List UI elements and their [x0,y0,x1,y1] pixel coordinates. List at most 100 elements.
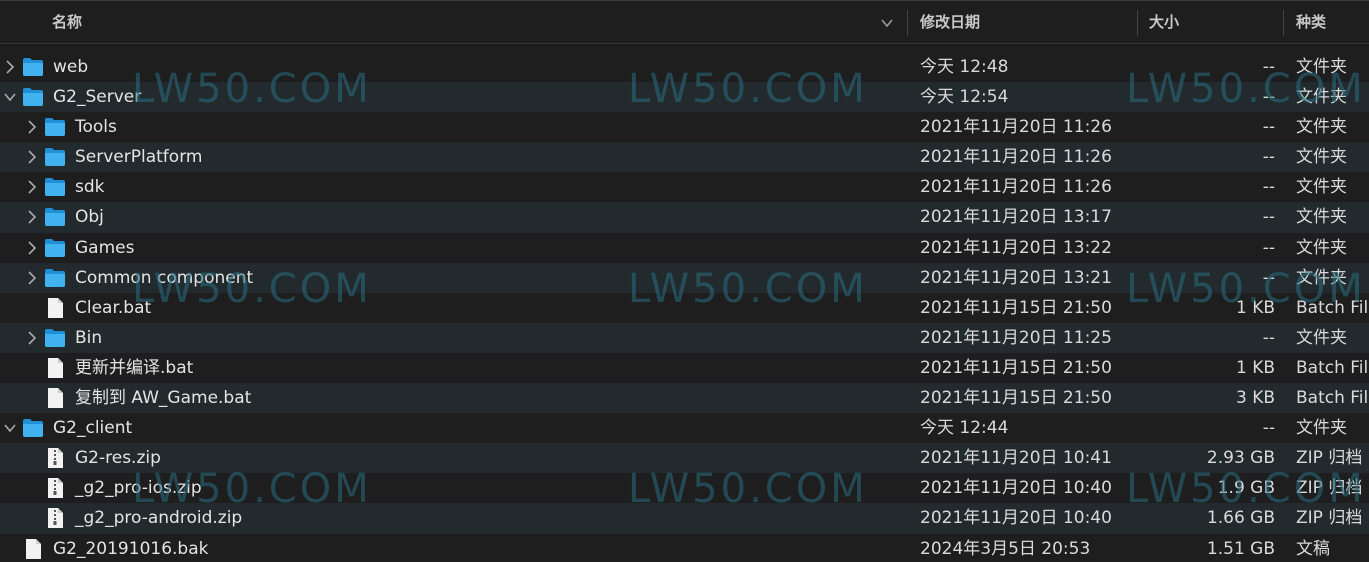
item-kind: 文件夹 [1296,327,1347,348]
chevron-down-icon[interactable] [879,16,895,30]
column-header-name[interactable]: 名称 [52,1,82,44]
disclosure-collapsed-icon[interactable] [26,150,38,164]
item-name: _g2_pro-android.zip [75,508,243,529]
document-icon [48,357,63,378]
item-name: Bin [75,327,103,348]
item-size: -- [1262,57,1275,77]
folder-row[interactable]: sdk 2021年11月20日 11:26 -- 文件夹 [0,172,1369,202]
folder-icon [45,238,65,257]
disclosure-collapsed-icon[interactable] [26,240,38,255]
document-icon [48,388,63,409]
item-size: -- [1262,87,1275,108]
column-header-size[interactable]: 大小 [1149,1,1179,44]
item-kind: ZIP 归档 [1296,448,1363,469]
column-header-bar: 名称 修改日期 大小 种类 [0,0,1369,44]
item-modified-date: 今天 12:48 [920,57,1009,77]
disclosure-collapsed-icon[interactable] [26,331,38,345]
item-modified-date: 2021年11月20日 13:22 [920,237,1112,258]
item-size: 1 KB [1235,297,1275,318]
item-size: 1.66 GB [1206,508,1275,529]
item-size: -- [1262,207,1275,228]
item-modified-date: 2021年11月20日 13:21 [920,267,1112,288]
item-size: -- [1262,267,1275,288]
folder-row[interactable]: Tools 2021年11月20日 11:26 -- 文件夹 [0,112,1369,142]
item-size: 1 KB [1235,357,1275,378]
column-header-modified[interactable]: 修改日期 [920,1,980,44]
item-modified-date: 今天 12:54 [920,87,1009,108]
document-icon [48,297,63,318]
file-row[interactable]: _g2_pro-android.zip 2021年11月20日 10:40 1.66… [0,503,1369,534]
disclosure-collapsed-icon[interactable] [26,120,38,134]
folder-row[interactable]: Obj 2021年11月20日 13:17 -- 文件夹 [0,202,1369,233]
item-name: Clear.bat [75,297,152,318]
folder-row[interactable]: G2_client 今天 12:44 -- 文件夹 [0,413,1369,443]
column-header-kind[interactable]: 种类 [1296,1,1326,44]
item-size: 2.93 GB [1206,448,1275,469]
item-name: Common component [75,267,254,288]
item-kind: 文件夹 [1296,147,1347,168]
file-row[interactable]: G2-res.zip 2021年11月20日 10:41 2.93 GB ZIP 归档 [0,443,1369,474]
item-kind: ZIP 归档 [1296,478,1363,499]
file-row[interactable]: Clear.bat 2021年11月15日 21:50 1 KB Batch Fil [0,293,1369,323]
file-row[interactable]: _g2_pro-ios.zip 2021年11月20日 10:40 1.9 GB ZI… [0,473,1369,503]
item-name: _g2_pro-ios.zip [75,478,202,499]
disclosure-expanded-icon[interactable] [4,421,16,435]
file-row[interactable]: 更新并编译.bat 2021年11月15日 21:50 1 KB Batch Fil [0,353,1369,383]
item-size: -- [1262,327,1275,348]
disclosure-collapsed-icon[interactable] [26,180,38,194]
item-modified-date: 2021年11月20日 13:17 [920,207,1112,228]
item-kind: 文件夹 [1296,207,1347,228]
folder-icon [23,419,43,438]
item-name: Games [75,237,135,258]
item-name: web [53,57,89,77]
item-kind: 文件夹 [1296,177,1347,198]
folder-icon [45,328,65,347]
folder-icon [45,178,65,197]
item-name: ServerPlatform [75,147,203,168]
item-kind: 文件夹 [1296,237,1347,258]
item-kind: Batch Fil [1296,388,1369,409]
column-divider[interactable] [1283,10,1284,36]
folder-row[interactable]: Games 2021年11月20日 13:22 -- 文件夹 [0,233,1369,263]
item-name: G2_20191016.bak [53,538,209,559]
file-row[interactable]: G2_20191016.bak 2024年3月5日 20:53 1.51 GB 文稿 [0,534,1369,562]
folder-row[interactable]: G2_Server 今天 12:54 -- 文件夹 [0,82,1369,113]
item-modified-date: 2021年11月20日 10:41 [920,448,1112,469]
item-size: 1.9 GB [1217,478,1275,499]
item-name: G2-res.zip [75,448,161,469]
folder-icon [45,118,65,137]
item-kind: 文件夹 [1296,57,1347,77]
item-name: Obj [75,207,104,228]
item-name: 更新并编译.bat [75,357,194,378]
item-modified-date: 2021年11月20日 11:26 [920,177,1112,198]
disclosure-collapsed-icon[interactable] [4,60,16,74]
item-name: G2_Server [53,87,142,108]
disclosure-expanded-icon[interactable] [4,90,16,104]
folder-row[interactable]: ServerPlatform 2021年11月20日 11:26 -- 文件夹 [0,142,1369,173]
item-modified-date: 2021年11月15日 21:50 [920,388,1112,409]
finder-list-view: 名称 修改日期 大小 种类 web 今天 12:48 -- 文件夹 G2_Server 今… [0,0,1369,562]
item-name: 复制到 AW_Game.bat [75,388,252,409]
folder-row[interactable]: Bin 2021年11月20日 11:25 -- 文件夹 [0,322,1369,353]
item-kind: Batch Fil [1296,357,1369,378]
folder-row[interactable]: web 今天 12:48 -- 文件夹 [0,52,1369,82]
item-kind: 文件夹 [1296,87,1347,108]
folder-row[interactable]: Common component 2021年11月20日 13:21 -- 文件夹 [0,262,1369,293]
column-divider[interactable] [907,10,908,36]
folder-icon [45,208,65,227]
disclosure-collapsed-icon[interactable] [26,271,38,285]
item-name: G2_client [53,418,133,439]
item-modified-date: 2021年11月20日 11:26 [920,147,1112,168]
folder-icon [23,88,43,107]
file-row[interactable]: 复制到 AW_Game.bat 2021年11月15日 21:50 3 KB Batc… [0,383,1369,414]
item-modified-date: 2021年11月15日 21:50 [920,297,1112,318]
disclosure-collapsed-icon[interactable] [26,210,38,225]
column-divider[interactable] [1137,10,1138,36]
item-size: -- [1262,237,1275,258]
folder-icon [45,148,65,167]
item-modified-date: 2024年3月5日 20:53 [920,538,1091,559]
item-modified-date: 2021年11月15日 21:50 [920,357,1112,378]
item-name: Tools [75,117,117,138]
item-kind: Batch Fil [1296,297,1369,318]
item-modified-date: 今天 12:44 [920,418,1009,439]
